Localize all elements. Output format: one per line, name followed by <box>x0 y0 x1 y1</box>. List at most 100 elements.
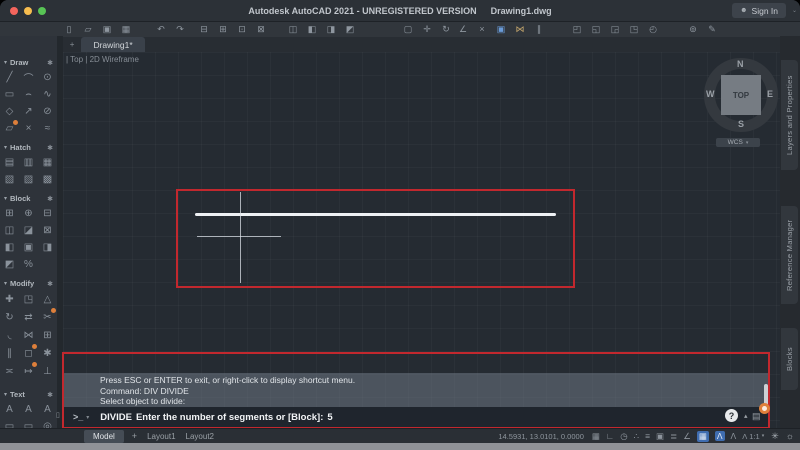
mirror-icon[interactable]: ⋈ <box>513 23 527 36</box>
add-layout-button[interactable]: + <box>132 431 137 441</box>
layer-properties-icon[interactable]: ◰ <box>570 23 584 36</box>
maximize-window-button[interactable] <box>38 7 46 15</box>
copy-tool-tool[interactable]: ◳ <box>19 290 38 308</box>
rotate-tool[interactable]: ↻ <box>0 308 19 326</box>
section-header-draw[interactable]: ▾Draw✱ <box>0 56 57 69</box>
section-header-block[interactable]: ▾Block✱ <box>0 192 57 205</box>
ortho-mode-toggle[interactable]: ∟ <box>606 431 614 441</box>
section-header-hatch[interactable]: ▾Hatch✱ <box>0 141 57 154</box>
scale-tool[interactable]: △ <box>38 290 57 308</box>
new-file-icon[interactable]: ▯ <box>62 23 76 36</box>
osnap-tracking-toggle[interactable]: ∴ <box>634 431 639 442</box>
tab-layout2[interactable]: Layout2 <box>186 432 214 441</box>
insert-block-tool[interactable]: ⊞ <box>0 205 19 222</box>
create-block-tool[interactable]: ⊕ <box>19 205 38 222</box>
annotation-scale-dropdown[interactable]: Λ 1:1 ▾ <box>742 432 764 441</box>
hatch-tool[interactable]: ▤ <box>0 154 19 171</box>
boundary-tool[interactable]: ▦ <box>38 154 57 171</box>
palette-handle-icon[interactable]: ▯ <box>56 411 60 419</box>
group-edit-tool[interactable]: % <box>19 256 38 273</box>
gradient-tool[interactable]: ▥ <box>19 154 38 171</box>
mirror-tool-tool[interactable]: ⋈ <box>19 326 38 344</box>
polygon-tool[interactable]: ◇ <box>0 103 19 120</box>
viewport-controls[interactable]: | Top | 2D Wireframe <box>66 55 139 64</box>
layout-right-icon[interactable]: ◨ <box>324 23 338 36</box>
layer-states-icon[interactable]: ◱ <box>589 23 603 36</box>
tab-model[interactable]: Model <box>84 430 124 443</box>
open-file-icon[interactable]: ▱ <box>81 23 95 36</box>
polyline-tool[interactable]: ▱ <box>0 120 19 137</box>
solid-fill-tool[interactable]: ▧ <box>0 171 19 188</box>
viewcube-west[interactable]: W <box>706 89 715 99</box>
pattern-tool[interactable]: ▨ <box>19 171 38 188</box>
lineweight-display-toggle[interactable]: ≣ <box>670 431 677 442</box>
arc-tool[interactable]: ⌒ <box>19 69 38 86</box>
command-input-bar[interactable]: >_ ▾ DIVIDE Enter the number of segments… <box>64 407 768 427</box>
save-as-icon[interactable]: ▦ <box>119 23 133 36</box>
properties-match-icon[interactable]: ⊚ <box>686 23 700 36</box>
multiline-text-tool[interactable]: A <box>0 401 19 418</box>
gear-icon[interactable]: ✱ <box>47 144 53 152</box>
block-editor-tool[interactable]: ⊟ <box>38 205 57 222</box>
single-line-text-tool[interactable]: A <box>19 401 38 418</box>
match-layer-icon[interactable]: ◳ <box>627 23 641 36</box>
layout-split-icon[interactable]: ◩ <box>343 23 357 36</box>
minimize-window-button[interactable] <box>24 7 32 15</box>
panel-tab-layers-and-properties[interactable]: Layers and Properties <box>781 60 798 170</box>
array-tool[interactable]: ⊞ <box>38 326 57 344</box>
revision-cloud-tool[interactable]: ≈ <box>38 120 57 137</box>
elliptical-arc-tool[interactable]: ⌢ <box>19 86 38 103</box>
gear-icon[interactable]: ✱ <box>47 280 53 288</box>
panel-tab-blocks[interactable]: Blocks <box>781 328 798 390</box>
sync-attributes-tool[interactable]: ⊠ <box>38 222 57 239</box>
point-tool[interactable]: × <box>19 120 38 137</box>
explode-tool[interactable]: ✱ <box>38 344 57 362</box>
viewcube-north[interactable]: N <box>737 59 744 69</box>
save-icon[interactable]: ▣ <box>100 23 114 36</box>
sheet-set-icon[interactable]: ◫ <box>286 23 300 36</box>
tab-drawing1[interactable]: Drawing1* <box>81 37 144 52</box>
viewcube-top-face[interactable]: TOP <box>721 75 761 115</box>
undo-icon[interactable]: ↶ <box>154 23 168 36</box>
break-tool[interactable]: ⊥ <box>38 362 57 380</box>
grid-display-toggle[interactable]: ▦ <box>592 431 600 442</box>
offset-icon[interactable]: ∥ <box>532 23 546 36</box>
chevron-down-icon[interactable]: ⌄ <box>792 7 797 14</box>
trim-tool[interactable]: ✂ <box>38 308 57 326</box>
annotation-autoscale-toggle[interactable]: Λ <box>731 431 737 441</box>
layout-left-icon[interactable]: ◧ <box>305 23 319 36</box>
selection-window-icon[interactable]: ▢ <box>401 23 415 36</box>
tolerance-tool[interactable]: ▩ <box>38 171 57 188</box>
chevron-down-icon[interactable]: ▾ <box>86 414 89 421</box>
write-block-tool[interactable]: ◫ <box>0 222 19 239</box>
attribute-tool[interactable]: ◪ <box>19 222 38 239</box>
gear-icon[interactable]: ☼ <box>786 431 794 441</box>
isometric-drafting-toggle[interactable]: ∠ <box>683 431 691 442</box>
circle-tool[interactable]: ⊙ <box>38 69 57 86</box>
edit-attribute-tool[interactable]: ◧ <box>0 239 19 256</box>
wcs-dropdown[interactable]: WCS ▾ <box>716 138 760 147</box>
ungroup-tool[interactable]: ◩ <box>0 256 19 273</box>
move-tool[interactable]: ✚ <box>0 290 19 308</box>
history-expand-icon[interactable]: ▴ <box>744 412 748 420</box>
keyboard-icon[interactable]: ▤ <box>752 411 761 422</box>
join-tool[interactable]: ≍ <box>0 362 19 380</box>
section-header-text[interactable]: ▾Text✱ <box>0 388 57 401</box>
group-tool[interactable]: ◨ <box>38 239 57 256</box>
redo-icon[interactable]: ↷ <box>173 23 187 36</box>
erase-icon[interactable]: × <box>475 23 489 36</box>
orbit-icon[interactable]: ↻ <box>439 23 453 36</box>
pan-icon[interactable]: ✛ <box>420 23 434 36</box>
dynamic-input-toggle[interactable]: ≡ <box>645 431 650 441</box>
selection-cycling-toggle[interactable]: ▦ <box>697 431 709 442</box>
measure-icon[interactable]: ∠ <box>456 23 470 36</box>
fillet-tool[interactable]: ◟ <box>0 326 19 344</box>
page-setup-icon[interactable]: ⊡ <box>235 23 249 36</box>
help-button[interactable]: ? <box>725 409 738 422</box>
offset-tool-tool[interactable]: ∥ <box>0 344 19 362</box>
export-pdf-icon[interactable]: ⊠ <box>254 23 268 36</box>
ellipse-tool[interactable]: ⊘ <box>38 103 57 120</box>
attribute-display-tool[interactable]: ▣ <box>19 239 38 256</box>
sign-in-button[interactable]: ☻ Sign In <box>732 3 786 18</box>
lengthen-tool[interactable]: ↦ <box>19 362 38 380</box>
